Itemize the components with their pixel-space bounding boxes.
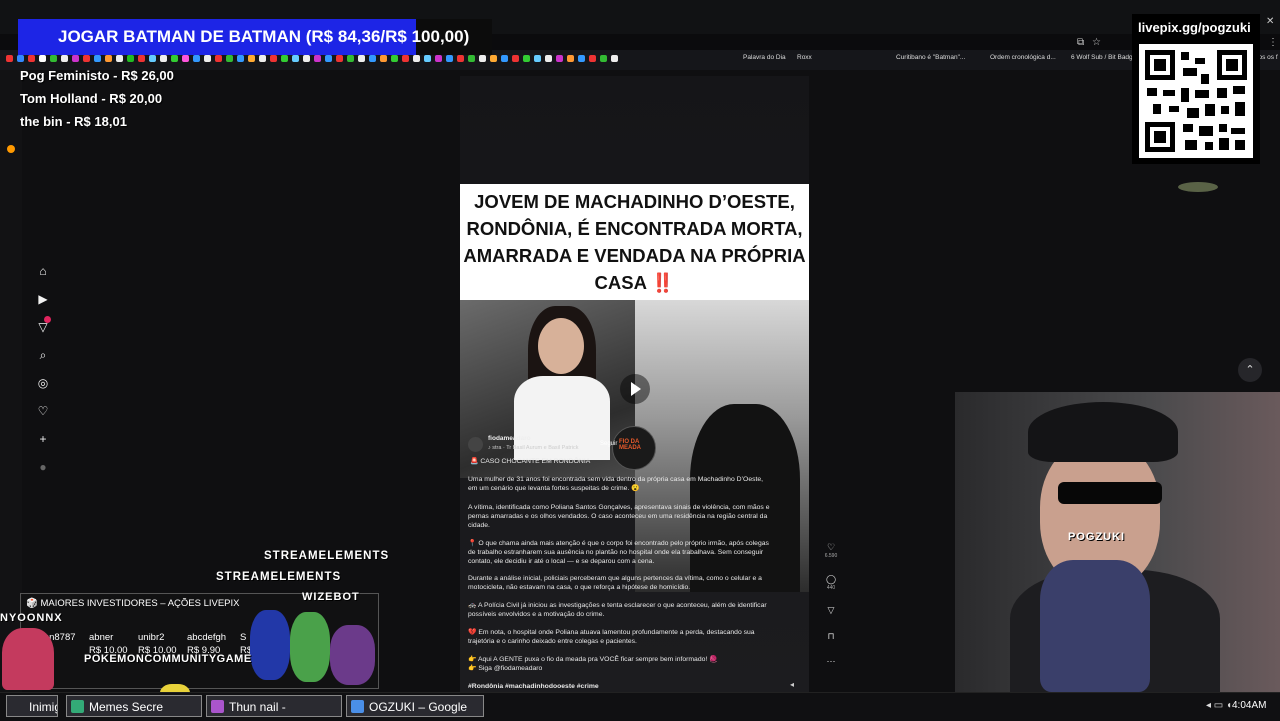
money-pile-icon — [1178, 182, 1218, 192]
comment-count: 440 — [826, 585, 836, 591]
caption-paragraph: 💔 Em nota, o hospital onde Poliana atuav… — [468, 629, 755, 645]
caption-paragraph: 🚓 A Polícia Civil já iniciou as investig… — [468, 602, 767, 618]
streamer-name: POGZUKI — [1068, 531, 1126, 543]
task-label: OGZUKI – Google — [369, 700, 468, 714]
caption-hashtags[interactable]: #Rondônia #machadinhodooeste #crime — [468, 682, 773, 691]
volume-icon[interactable]: ◂ — [790, 680, 794, 689]
taskbar-item[interactable]: Inimigr — [6, 695, 58, 717]
streamer-sunglasses — [1058, 482, 1162, 504]
caption-paragraph: 📍 O que chama ainda mais atenção é que o… — [468, 540, 769, 565]
bookmark-button[interactable]: ⊓ — [823, 631, 839, 642]
qr-code — [1139, 44, 1253, 158]
caption-paragraph: 👉 Aqui A GENTE puxa o fio da meada pra V… — [468, 656, 718, 672]
inbox-icon[interactable]: ▽ — [34, 316, 52, 336]
sound-label[interactable]: ♪ stra · Tr Basil Aurum e Basil Patrick — [488, 445, 578, 451]
browser-side-rail — [0, 70, 22, 692]
system-tray-icons[interactable]: ◂ ▭ ◖ — [1206, 700, 1232, 711]
fighter-sprite — [330, 625, 375, 685]
app-icon — [71, 700, 84, 713]
account-avatar[interactable] — [468, 437, 483, 452]
photo-face — [538, 318, 584, 374]
livepix-url: livepix.gg/pogzuki — [1138, 20, 1251, 35]
yoonnx-label: NYOONNX — [0, 612, 63, 624]
caption-line: 🚨 CASO CHOCANTE EM RONDÔNIA — [470, 458, 591, 465]
like-count: 6.590 — [824, 553, 838, 559]
side-rail-icon[interactable] — [7, 145, 15, 153]
account-name[interactable]: fiodameadaro — [488, 435, 531, 442]
close-window-icon[interactable]: ✕ — [1266, 16, 1274, 27]
bookmark-palavra[interactable]: Palavra do Dia — [743, 54, 786, 61]
investor-name: abcdefgh — [187, 632, 227, 643]
pokemon-community-label: POKEMONCOMMUNITYGAME — [84, 653, 252, 665]
superman-sprite — [250, 610, 290, 680]
bookmark-favicons[interactable] — [6, 55, 618, 62]
previous-video-button[interactable]: ⌃ — [1238, 358, 1262, 382]
caption-paragraph: A vítima, identificada como Poliana Sant… — [468, 504, 770, 529]
taskbar-item[interactable]: OGZUKI – Google — [346, 695, 484, 717]
investor-name: S — [240, 632, 247, 643]
streamer-cap — [1028, 402, 1178, 462]
anime-character-sprite — [2, 628, 54, 690]
extension-icon[interactable]: ⧉ — [1077, 37, 1084, 48]
caption-paragraph: Durante a análise inicial, policiais per… — [468, 575, 762, 591]
comment-button[interactable]: ◯ 440 — [823, 574, 839, 591]
more-dots-icon: ⋯ — [826, 656, 836, 666]
caption-paragraph: Uma mulher de 31 anos foi encontrada sem… — [468, 476, 764, 492]
post-headline: JOVEM DE MACHADINHO D’OESTE, RONDÔNIA, É… — [463, 191, 806, 293]
video-icon[interactable]: ▶ — [34, 290, 52, 308]
bookmark-wolf-sub[interactable]: 6 Wolf Sub / Bit Badg... — [1071, 54, 1138, 61]
chrome-icon — [351, 700, 364, 713]
follow-button[interactable]: Seguir — [600, 441, 617, 447]
profile-avatar[interactable]: ● — [34, 458, 52, 476]
taskbar-item[interactable]: Memes Secre — [66, 695, 202, 717]
donor-entry: Tom Holland - R$ 20,00 — [20, 91, 163, 106]
bookmark-icon: ⊓ — [827, 631, 835, 641]
task-label: Inimigr — [29, 700, 57, 714]
investor-name: unibr2 — [138, 632, 165, 643]
piccolo-sprite — [290, 612, 330, 682]
play-icon[interactable] — [620, 374, 650, 404]
favorites-icon[interactable]: ♡ — [34, 402, 52, 420]
logo-text: FIO DA MEADA — [619, 439, 641, 451]
more-button[interactable]: ⋯ — [823, 656, 839, 667]
donor-entry: the bin - R$ 18,01 — [20, 114, 127, 129]
taskbar-item[interactable]: Thun nail - — [206, 695, 342, 717]
app-icon — [211, 700, 224, 713]
donation-goal-text: JOGAR BATMAN DE BATMAN (R$ 84,36/R$ 100,… — [58, 27, 470, 46]
heart-icon: ♡ — [826, 542, 836, 552]
bookmark-curitibano[interactable]: Curitibano é "Batman"... — [896, 54, 965, 61]
explore-icon[interactable]: ◎ — [34, 374, 52, 392]
share-button[interactable]: ▽ — [823, 605, 839, 616]
taskbar-clock[interactable]: 4:04AM — [1232, 700, 1266, 711]
task-label: Thun nail - — [229, 700, 286, 714]
search-icon[interactable]: ⌕ — [34, 346, 52, 364]
batman-sprite — [1040, 560, 1150, 692]
streamelements-label: STREAMELEMENTS — [216, 571, 342, 583]
comment-icon: ◯ — [825, 574, 837, 584]
donor-entry: Pog Feministo - R$ 26,00 — [20, 68, 174, 83]
investors-title: 🎲 MAIORES INVESTIDORES – AÇÕES LIVEPIX — [26, 598, 240, 609]
share-icon: ▽ — [827, 605, 835, 615]
streamelements-label: STREAMELEMENTS — [264, 550, 390, 562]
create-icon[interactable]: + — [34, 430, 52, 448]
bookmark-ordem[interactable]: Ordem cronológica d... — [990, 54, 1056, 61]
star-bookmark-icon[interactable]: ☆ — [1092, 37, 1101, 48]
wizebot-label: WIZEBOT — [302, 591, 360, 603]
task-label: Memes Secre — [89, 700, 164, 714]
menu-dots-icon[interactable]: ⋮ — [1268, 37, 1278, 48]
like-button[interactable]: ♡ 6.590 — [823, 542, 839, 559]
bookmark-roxx[interactable]: Roxx — [797, 54, 812, 61]
investor-name: abner — [89, 632, 114, 643]
chevron-up-icon: ⌃ — [1245, 364, 1255, 376]
home-icon[interactable]: ⌂ — [34, 262, 52, 280]
